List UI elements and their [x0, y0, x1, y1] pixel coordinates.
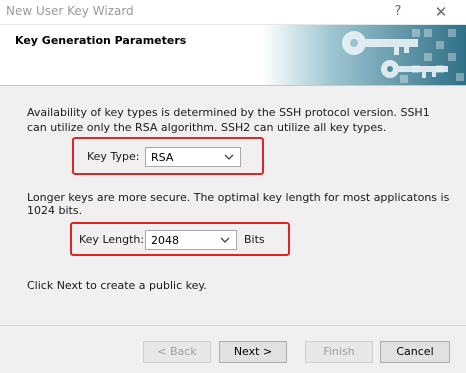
page-title: Key Generation Parameters: [15, 34, 187, 47]
finish-button[interactable]: Finish: [305, 341, 373, 363]
wizard-header: Key Generation Parameters: [0, 25, 466, 86]
key-length-label: Key Length:: [79, 233, 145, 246]
wizard-window: New User Key Wizard ? ✕ Key Generation P…: [0, 0, 466, 373]
cancel-button[interactable]: Cancel: [380, 341, 450, 363]
next-button[interactable]: Next >: [219, 341, 287, 363]
key-type-select[interactable]: RSA: [145, 147, 241, 167]
length-note: Longer keys are more secure. The optimal…: [27, 191, 450, 217]
key-type-value: RSA: [151, 151, 174, 164]
chevron-down-icon: [224, 154, 234, 160]
next-note: Click Next to create a public key.: [27, 279, 207, 292]
back-button[interactable]: < Back: [143, 341, 211, 363]
window-title: New User Key Wizard: [6, 4, 134, 18]
key-length-value: 2048: [151, 234, 179, 247]
key-length-unit: Bits: [244, 233, 265, 246]
close-button[interactable]: ✕: [429, 3, 453, 21]
footer-divider: [0, 325, 466, 326]
help-button[interactable]: ?: [386, 3, 410, 21]
key-length-select[interactable]: 2048: [145, 230, 237, 250]
intro-text: Availability of key types is determined …: [27, 106, 430, 134]
keys-banner-icon: [262, 25, 466, 85]
chevron-down-icon: [220, 237, 230, 243]
title-bar: New User Key Wizard ? ✕: [0, 0, 466, 25]
key-type-label: Key Type:: [87, 150, 140, 163]
